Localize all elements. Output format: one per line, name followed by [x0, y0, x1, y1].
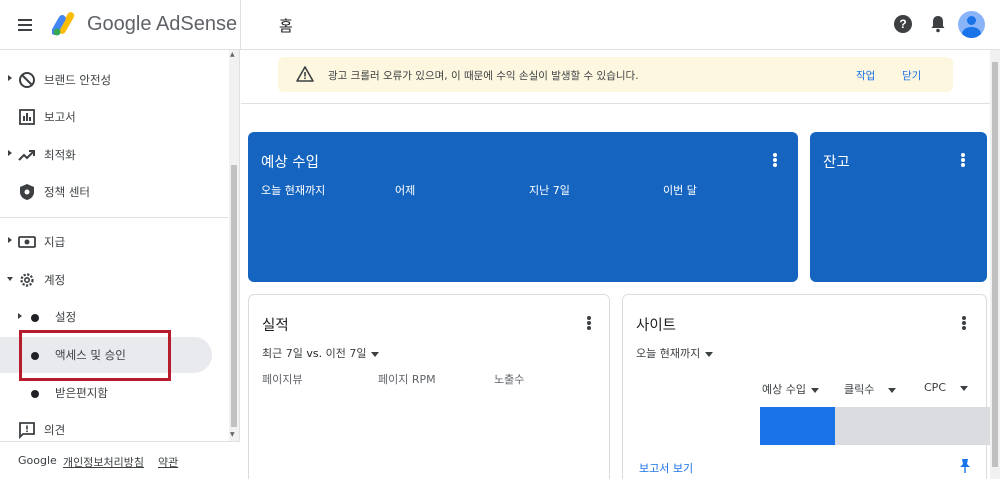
- sidebar: 브랜드 안전성 보고서 최적화 정책 센터 지급 계정 설정 액세스 및 승인 …: [0, 50, 240, 479]
- notifications-icon[interactable]: [929, 14, 947, 34]
- main-scrollbar-thumb[interactable]: [992, 62, 998, 467]
- sidebar-item-brand-safety[interactable]: 브랜드 안전성: [0, 62, 228, 98]
- sidebar-subitem-label: 설정: [55, 310, 77, 324]
- dropdown-arrow-icon: [888, 387, 897, 393]
- sidebar-item-label: 계정: [44, 273, 66, 287]
- view-report-link[interactable]: 보고서 보기: [639, 460, 693, 476]
- page-title: 홈: [279, 17, 293, 35]
- terms-link[interactable]: 약관: [158, 454, 178, 470]
- dropdown-arrow-icon: [960, 385, 968, 391]
- sidebar-footer: Google 개인정보처리방침 약관: [0, 441, 240, 479]
- alert-message: 광고 크롤러 오류가 있으며, 이 때문에 수익 손실이 발생할 수 있습니다.: [328, 70, 639, 82]
- sidebar-item-optimization[interactable]: 최적화: [0, 137, 228, 173]
- warning-icon: [296, 66, 314, 82]
- balance-card: 잔고: [810, 132, 987, 282]
- pin-icon[interactable]: [959, 458, 971, 474]
- sidebar-item-label: 최적화: [44, 148, 76, 162]
- more-vert-icon[interactable]: [961, 153, 965, 167]
- sidebar-scrollbar-thumb[interactable]: [231, 165, 237, 427]
- privacy-policy-link[interactable]: 개인정보처리방침: [63, 454, 144, 470]
- more-vert-icon[interactable]: [773, 153, 777, 167]
- highlight-annotation-box: [19, 330, 171, 381]
- card-title: 잔고: [823, 155, 850, 171]
- metric-label: CPC: [924, 381, 946, 394]
- menu-icon[interactable]: [14, 13, 38, 37]
- scroll-up-icon[interactable]: ▲: [230, 51, 235, 58]
- site-bar-rest: [835, 407, 1000, 445]
- dropdown-arrow-icon: [810, 387, 819, 393]
- dropdown-arrow-icon: [371, 351, 380, 357]
- metric-page-rpm[interactable]: 페이지 RPM: [378, 371, 436, 387]
- metric-impressions[interactable]: 노출수: [494, 371, 524, 387]
- metric-selector-earnings[interactable]: 예상 수입: [762, 381, 819, 397]
- sidebar-item-policy-center[interactable]: 정책 센터: [0, 174, 228, 210]
- dropdown-arrow-icon: [705, 351, 714, 357]
- more-vert-icon[interactable]: [587, 316, 591, 330]
- expand-caret-icon[interactable]: [8, 150, 12, 156]
- alert-fix-button[interactable]: 작업: [856, 68, 875, 83]
- metric-label: 클릭수: [844, 383, 875, 396]
- sidebar-item-reports[interactable]: 보고서: [0, 99, 228, 135]
- sidebar-item-payments[interactable]: 지급: [0, 224, 228, 260]
- shield-icon: [20, 184, 34, 200]
- sites-card: 사이트 오늘 현재까지 예상 수입 클릭수 CPC 보고서 보기: [622, 294, 1000, 479]
- metric-selector-cpc[interactable]: CPC: [924, 381, 968, 394]
- more-vert-icon[interactable]: [962, 316, 966, 330]
- help-icon[interactable]: ?: [894, 15, 912, 33]
- gear-icon: [20, 273, 34, 287]
- brand-product: AdSense: [155, 13, 238, 35]
- sidebar-divider: [0, 217, 228, 218]
- metric-pageviews[interactable]: 페이지뷰: [262, 371, 302, 387]
- brand-google: Google: [87, 13, 152, 35]
- sidebar-item-label: 보고서: [44, 110, 76, 124]
- estimated-earnings-card: 예상 수입 오늘 현재까지 어제 지난 7일 이번 달: [248, 132, 798, 282]
- top-app-bar: Google AdSense 홈 ?: [0, 0, 1000, 50]
- footer-google: Google: [18, 454, 57, 467]
- earnings-column-this-month: 이번 달: [663, 184, 697, 197]
- sidebar-item-label: 지급: [44, 235, 66, 249]
- expand-caret-icon[interactable]: [8, 237, 12, 243]
- avatar-body: [962, 27, 981, 38]
- block-icon: [19, 72, 35, 88]
- range-vs: vs.: [306, 347, 323, 360]
- range-label: 오늘 현재까지: [636, 347, 701, 360]
- trending-up-icon: [18, 150, 35, 161]
- bar-chart-icon: [19, 109, 35, 125]
- metric-selector-clicks[interactable]: 클릭수: [844, 381, 897, 397]
- sidebar-item-label: 정책 센터: [44, 185, 90, 199]
- avatar[interactable]: [958, 11, 985, 38]
- feedback-icon: [19, 422, 35, 439]
- date-range-selector[interactable]: 최근 7일 vs. 이전 7일: [262, 345, 380, 361]
- brand-name: Google AdSense: [87, 13, 237, 36]
- crawler-error-alert: 광고 크롤러 오류가 있으며, 이 때문에 수익 손실이 발생할 수 있습니다.…: [278, 57, 953, 92]
- card-title: 사이트: [636, 318, 677, 334]
- payments-icon: [18, 236, 36, 248]
- sidebar-item-account[interactable]: 계정: [0, 262, 228, 298]
- range-prefix: 최근 7일: [262, 347, 307, 360]
- earnings-column-last-7-days: 지난 7일: [529, 184, 570, 197]
- scroll-down-icon[interactable]: ▼: [230, 431, 235, 438]
- collapse-caret-icon[interactable]: [7, 277, 13, 281]
- card-title: 예상 수입: [261, 155, 319, 171]
- bullet-icon: [31, 314, 39, 322]
- bullet-icon: [31, 390, 39, 398]
- site-bar-highlight: [760, 407, 835, 445]
- earnings-column-today: 오늘 현재까지: [261, 184, 326, 197]
- performance-card: 실적 최근 7일 vs. 이전 7일 페이지뷰 페이지 RPM 노출수: [248, 294, 610, 479]
- metric-label: 예상 수입: [762, 383, 806, 396]
- date-range-selector[interactable]: 오늘 현재까지: [636, 345, 714, 361]
- earnings-column-yesterday: 어제: [395, 184, 416, 197]
- expand-caret-icon[interactable]: [18, 313, 22, 319]
- sidebar-item-label: 브랜드 안전성: [44, 73, 112, 87]
- card-title: 실적: [262, 318, 289, 334]
- sidebar-subitem-label: 받은편지함: [55, 386, 108, 400]
- content-divider: [241, 103, 990, 104]
- range-suffix: 이전 7일: [322, 347, 367, 360]
- adsense-logo[interactable]: [52, 12, 80, 36]
- sidebar-item-label: 의견: [44, 423, 66, 437]
- expand-caret-icon[interactable]: [8, 75, 12, 81]
- header-divider: [240, 0, 241, 50]
- avatar-head: [967, 16, 976, 25]
- alert-dismiss-button[interactable]: 닫기: [902, 68, 921, 83]
